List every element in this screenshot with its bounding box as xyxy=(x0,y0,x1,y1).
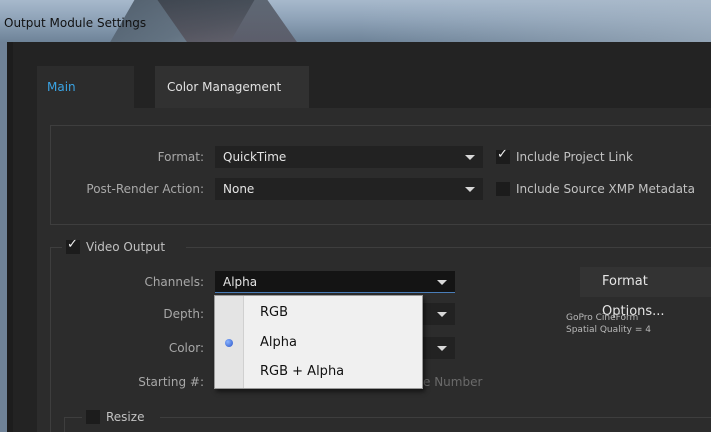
menu-item-rgb-alpha[interactable]: RGB + Alpha xyxy=(215,358,422,386)
video-group-border-side xyxy=(50,247,51,432)
channels-dropdown[interactable]: Alpha xyxy=(215,271,455,293)
color-label: Color: xyxy=(168,341,204,355)
codec-info: GoPro CineForm Spatial Quality = 4 xyxy=(566,312,706,336)
video-group-border-left xyxy=(50,247,62,248)
checkmark-icon: ✓ xyxy=(67,237,78,252)
chevron-down-icon xyxy=(465,155,475,160)
use-comp-frame-number-label: e Number xyxy=(423,375,483,389)
starting-number-label: Starting #: xyxy=(138,375,204,389)
channels-menu: RGB Alpha RGB + Alpha xyxy=(214,295,423,389)
tab-main-options[interactable]: Main Options xyxy=(37,66,134,136)
menu-item-label: RGB xyxy=(260,305,289,320)
radio-selected-icon xyxy=(225,339,233,347)
resize-label: Resize xyxy=(106,410,145,424)
menu-item-label: RGB + Alpha xyxy=(260,364,345,379)
format-value: QuickTime xyxy=(223,150,287,164)
resize-group-border-top xyxy=(160,417,711,418)
video-output-checkbox[interactable]: ✓ xyxy=(66,237,80,254)
video-output-label: Video Output xyxy=(86,240,166,254)
channels-value: Alpha xyxy=(223,275,258,289)
chevron-down-icon xyxy=(465,187,475,192)
title-bar-glow xyxy=(360,0,711,42)
resize-group-border-left xyxy=(64,417,82,418)
include-project-link-checkbox[interactable]: ✓ xyxy=(496,147,510,164)
tab-color-management[interactable]: Color Management xyxy=(155,66,309,108)
format-group xyxy=(50,125,711,225)
format-label: Format: xyxy=(157,150,204,164)
post-render-value: None xyxy=(223,182,255,196)
video-group-border-top xyxy=(186,247,711,248)
resize-checkbox[interactable] xyxy=(86,410,100,424)
checkmark-icon: ✓ xyxy=(497,147,508,162)
menu-item-rgb[interactable]: RGB xyxy=(215,299,422,327)
chevron-down-icon xyxy=(437,312,447,317)
format-dropdown[interactable]: QuickTime xyxy=(215,146,483,168)
title-bar: Output Module Settings xyxy=(0,0,711,42)
chevron-down-icon xyxy=(437,280,447,285)
include-xmp-checkbox[interactable] xyxy=(496,182,510,196)
depth-label: Depth: xyxy=(163,307,204,321)
include-xmp-label: Include Source XMP Metadata xyxy=(516,182,695,196)
post-render-label: Post-Render Action: xyxy=(86,182,204,196)
menu-item-alpha[interactable]: Alpha xyxy=(215,329,422,357)
resize-group-border-side xyxy=(64,417,65,432)
chevron-down-icon xyxy=(437,346,447,351)
channels-label: Channels: xyxy=(144,275,204,289)
menu-item-label: Alpha xyxy=(260,335,297,350)
post-render-dropdown[interactable]: None xyxy=(215,178,483,200)
window-title: Output Module Settings xyxy=(4,16,147,30)
format-options-button[interactable]: Format Options... xyxy=(580,267,711,319)
codec-info-line: Spatial Quality = 4 xyxy=(566,325,651,335)
codec-info-line: GoPro CineForm xyxy=(566,313,639,323)
include-project-link-label: Include Project Link xyxy=(516,150,633,164)
